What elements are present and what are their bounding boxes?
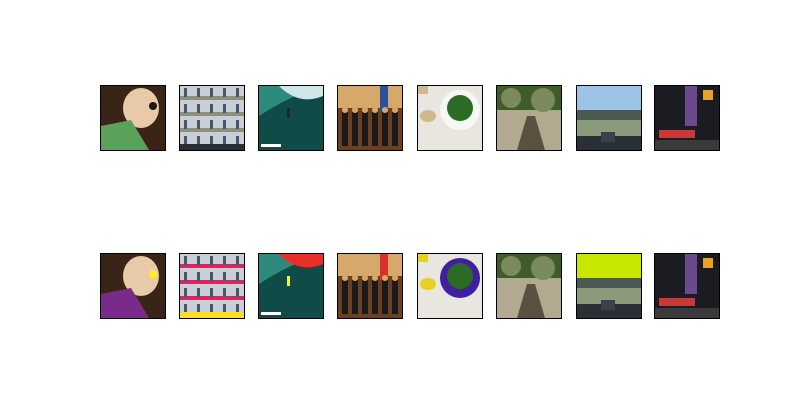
baby-image <box>101 86 165 150</box>
salad-plate-image <box>418 254 482 318</box>
street-collage-image <box>180 86 244 150</box>
perturbed-images-row <box>100 253 722 319</box>
thumbnail-garden-perturbed <box>496 253 562 319</box>
group-photo-image <box>338 86 402 150</box>
baby-image <box>101 254 165 318</box>
thumbnail-market-boat-original <box>654 85 720 151</box>
group-photo-image <box>338 254 402 318</box>
street-collage-image <box>180 254 244 318</box>
thumbnail-group-photo-perturbed <box>337 253 403 319</box>
surfer-wave-image <box>259 86 323 150</box>
market-boat-image <box>655 86 719 150</box>
thumbnail-market-boat-perturbed <box>654 253 720 319</box>
thumbnail-salad-plate-perturbed <box>417 253 483 319</box>
surfer-wave-image <box>259 254 323 318</box>
garden-path-image <box>497 86 561 150</box>
thumbnail-bridge-road-original <box>576 85 642 151</box>
thumbnail-baby-perturbed <box>100 253 166 319</box>
thumbnail-street-collage-original <box>179 85 245 151</box>
thumbnail-salad-plate-original <box>417 85 483 151</box>
bridge-road-image <box>577 86 641 150</box>
thumbnail-street-collage-perturbed <box>179 253 245 319</box>
salad-plate-image <box>418 86 482 150</box>
thumbnail-surfer-perturbed <box>258 253 324 319</box>
garden-path-image <box>497 254 561 318</box>
bridge-road-image <box>577 254 641 318</box>
thumbnail-group-photo-original <box>337 85 403 151</box>
market-boat-image <box>655 254 719 318</box>
thumbnail-bridge-road-perturbed <box>576 253 642 319</box>
thumbnail-baby-original <box>100 85 166 151</box>
original-images-row <box>100 85 722 151</box>
figure-canvas <box>0 0 800 400</box>
thumbnail-surfer-original <box>258 85 324 151</box>
thumbnail-garden-original <box>496 85 562 151</box>
